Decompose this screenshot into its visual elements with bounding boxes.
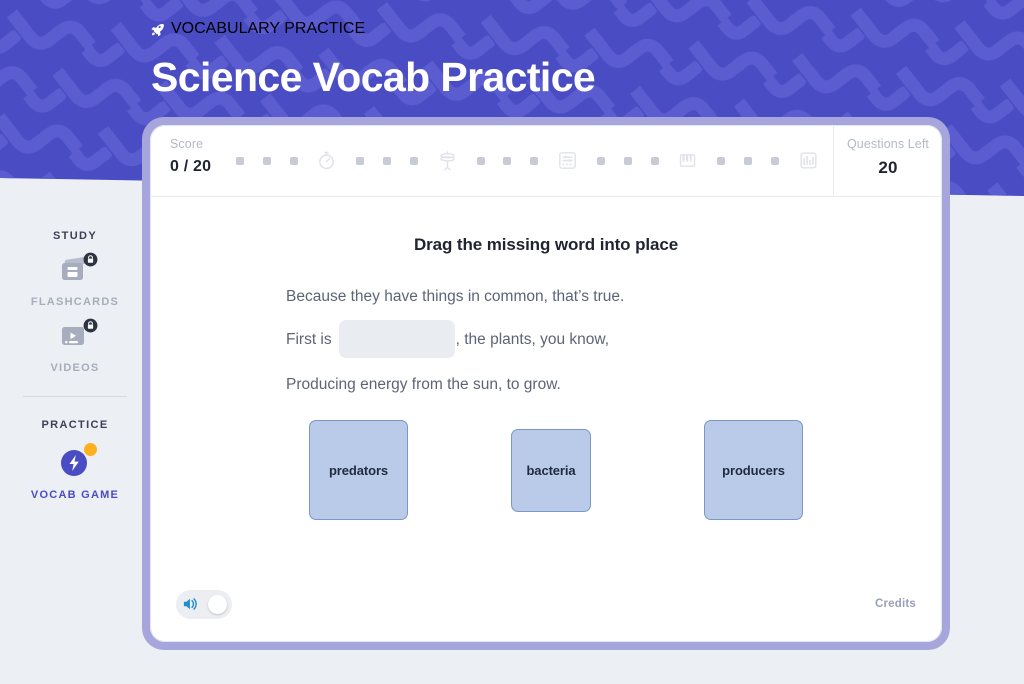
drop-slot[interactable] xyxy=(338,320,455,359)
toggle-knob[interactable] xyxy=(208,594,227,614)
sidebar-item-vocab-game[interactable]: VOCAB GAME xyxy=(0,443,150,501)
sidebar-section-practice: PRACTICE xyxy=(41,419,109,431)
answer-cards-area: predators bacteria producers xyxy=(150,401,942,551)
lock-badge-icon xyxy=(83,318,98,333)
sound-toggle[interactable] xyxy=(176,589,232,619)
vocab-game-icon-wrap xyxy=(58,443,97,479)
lyric-line-with-blank: First is , the plants, you know, xyxy=(286,320,806,359)
equalizer-icon xyxy=(800,152,817,169)
sidebar-item-videos[interactable]: VIDEOS xyxy=(0,318,150,374)
piano-icon xyxy=(680,154,696,167)
breadcrumb: VOCABULARY PRACTICE xyxy=(151,20,1024,38)
sidebar-divider xyxy=(23,396,127,397)
word-card-producers[interactable]: producers xyxy=(704,420,803,520)
speaker-icon xyxy=(183,598,197,610)
word-card-predators[interactable]: predators xyxy=(309,420,408,520)
progress-dot xyxy=(262,156,271,165)
notification-badge xyxy=(84,443,97,456)
progress-dot xyxy=(650,156,659,165)
lyric-block: Because they have things in common, that… xyxy=(286,285,806,397)
eyebrow-label: VOCABULARY PRACTICE xyxy=(171,20,366,37)
flashcards-icon-wrap xyxy=(58,252,98,290)
lyric-line: Because they have things in common, that… xyxy=(286,285,806,308)
progress-dot xyxy=(356,156,365,165)
word-card-label: producers xyxy=(722,462,785,478)
lyric-text: Because they have things in common, that… xyxy=(286,288,625,305)
sidebar-item-label: VOCAB GAME xyxy=(30,489,120,501)
questions-left-panel: Questions Left 20 xyxy=(834,125,942,196)
word-card-label: predators xyxy=(328,462,389,478)
lyric-text: , the plants, you know, xyxy=(455,330,610,348)
word-card-bacteria[interactable]: bacteria xyxy=(511,429,591,512)
lyric-text: Producing energy from the sun, to grow. xyxy=(286,376,561,394)
progress-dot xyxy=(503,156,512,165)
mixer-icon xyxy=(559,152,577,169)
cymbal-icon xyxy=(440,151,455,171)
sidebar-section-study: STUDY xyxy=(52,230,98,242)
questions-left-value: 20 xyxy=(878,158,898,177)
game-card: Score 0 / 20 Questions Left 20 Drag the … xyxy=(150,125,942,642)
question-prompt: Drag the missing word into place xyxy=(413,235,679,254)
sidebar: STUDY FLASHCARDS VIDEOS PRACTICE VOCAB G… xyxy=(0,208,150,501)
progress-dot xyxy=(289,156,298,165)
stopwatch-icon xyxy=(319,151,335,170)
progress-dot xyxy=(623,156,632,165)
progress-dot xyxy=(383,156,392,165)
status-bar: Score 0 / 20 Questions Left 20 xyxy=(150,125,942,197)
video-icon-wrap xyxy=(58,318,98,356)
header-content: VOCABULARY PRACTICE Science Vocab Practi… xyxy=(0,0,1024,99)
progress-dot xyxy=(717,156,726,165)
credits-link[interactable]: Credits xyxy=(875,598,916,610)
progress-track xyxy=(228,125,834,196)
score-value: 0 / 20 xyxy=(170,158,212,175)
lyric-line: Producing energy from the sun, to grow. xyxy=(286,373,806,396)
sidebar-item-label: VIDEOS xyxy=(50,362,100,374)
game-card-frame: Score 0 / 20 Questions Left 20 Drag the … xyxy=(142,117,950,650)
card-footer: Credits xyxy=(150,578,942,642)
rocket-icon xyxy=(151,23,164,36)
progress-dot xyxy=(409,156,418,165)
lyric-text: First is xyxy=(286,330,332,348)
sidebar-item-label: FLASHCARDS xyxy=(30,296,120,308)
sidebar-item-flashcards[interactable]: FLASHCARDS xyxy=(0,252,150,308)
questions-left-label: Questions Left xyxy=(846,137,929,151)
progress-dot xyxy=(236,156,244,165)
progress-dot xyxy=(744,156,753,165)
progress-dot xyxy=(530,156,539,165)
score-label: Score xyxy=(170,137,204,151)
word-card-label: bacteria xyxy=(526,463,576,478)
page-title: Science Vocab Practice xyxy=(151,54,596,100)
progress-dot xyxy=(596,156,605,165)
progress-dot xyxy=(476,156,485,165)
score-panel: Score 0 / 20 xyxy=(150,125,228,196)
question-body: Drag the missing word into place Because… xyxy=(150,197,942,397)
progress-dot xyxy=(770,156,779,165)
lock-badge-icon xyxy=(83,252,98,267)
